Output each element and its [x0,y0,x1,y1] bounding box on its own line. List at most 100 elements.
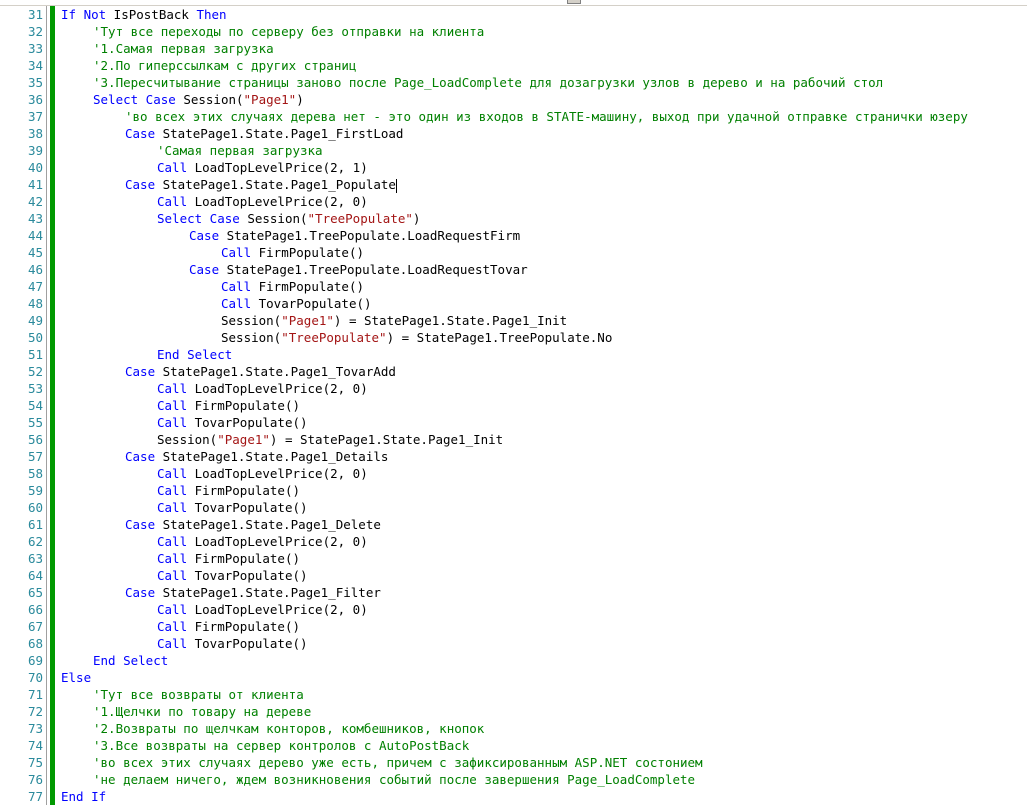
code-line[interactable]: 60 Call TovarPopulate() [0,499,1027,516]
code-text[interactable]: '2.По гиперссылкам с других страниц [93,57,356,74]
line-number: 57 [27,449,43,464]
code-text[interactable]: End Select [93,652,168,669]
code-text[interactable]: Case StatePage1.State.Page1_FirstLoad [125,125,403,142]
code-text[interactable]: '1.Щелчки по товару на дереве [93,703,311,720]
code-line[interactable]: 52 Case StatePage1.State.Page1_TovarAdd [0,363,1027,380]
code-text[interactable]: Call LoadTopLevelPrice(2, 0) [157,380,368,397]
code-text[interactable]: Case StatePage1.TreePopulate.LoadRequest… [189,261,528,278]
code-line[interactable]: 70 Else [0,669,1027,686]
code-line[interactable]: 59 Call FirmPopulate() [0,482,1027,499]
code-line[interactable]: 33 '1.Самая первая загрузка [0,40,1027,57]
code-editor[interactable]: 31 If Not IsPostBack Then 32 'Тут все перех… [0,6,1027,805]
code-line[interactable]: 63 Call FirmPopulate() [0,550,1027,567]
code-line[interactable]: 37 'во всех этих случаях дерева нет - это… [0,108,1027,125]
code-line[interactable]: 68 Call TovarPopulate() [0,635,1027,652]
code-line[interactable]: 40 Call LoadTopLevelPrice(2, 1) [0,159,1027,176]
code-text[interactable]: Else [61,669,91,686]
code-line[interactable]: 69 End Select [0,652,1027,669]
code-text[interactable]: Call LoadTopLevelPrice(2, 0) [157,533,368,550]
code-text[interactable]: Select Case Session("TreePopulate") [157,210,420,227]
code-text[interactable]: 'во всех этих случаях дерева нет - это о… [125,108,968,125]
code-line[interactable]: 75 'во всех этих случаях дерево уже есть,… [0,754,1027,771]
code-text[interactable]: Session("Page1") = StatePage1.State.Page… [157,431,503,448]
code-line[interactable]: 74 '3.Все возвраты на сервер контролов с … [0,737,1027,754]
code-line[interactable]: 50 Session("TreePopulate") = StatePage1.T… [0,329,1027,346]
code-line[interactable]: 32 'Тут все переходы по серверу без отпра… [0,23,1027,40]
code-text[interactable]: If Not IsPostBack Then [61,6,227,23]
code-text[interactable]: Session("TreePopulate") = StatePage1.Tre… [221,329,612,346]
code-text[interactable]: Call TovarPopulate() [157,499,308,516]
code-text[interactable]: Call FirmPopulate() [157,618,300,635]
scrollbar-thumb[interactable] [567,0,581,4]
code-text[interactable]: Case StatePage1.State.Page1_Details [125,448,388,465]
code-text[interactable]: Case StatePage1.State.Page1_TovarAdd [125,363,396,380]
code-token: StatePage1.State.Page1_TovarAdd [155,364,396,379]
code-text[interactable]: 'Самая первая загрузка [157,142,323,159]
code-line[interactable]: 56 Session("Page1") = StatePage1.State.Pa… [0,431,1027,448]
code-line[interactable]: 76 'не делаем ничего, ждем возникновения … [0,771,1027,788]
code-text[interactable]: Call TovarPopulate() [157,635,308,652]
code-line[interactable]: 44 Case StatePage1.TreePopulate.LoadReque… [0,227,1027,244]
code-text[interactable]: 'Тут все возвраты от клиента [93,686,304,703]
code-text[interactable]: '2.Возвраты по щелчкам конторов, комбешн… [93,720,484,737]
code-text[interactable]: '1.Самая первая загрузка [93,40,274,57]
code-line[interactable]: 71 'Тут все возвраты от клиента [0,686,1027,703]
code-text[interactable]: 'не делаем ничего, ждем возникновения со… [93,771,695,788]
code-line[interactable]: 47 Call FirmPopulate() [0,278,1027,295]
code-line[interactable]: 49 Session("Page1") = StatePage1.State.Pa… [0,312,1027,329]
code-line[interactable]: 42 Call LoadTopLevelPrice(2, 0) [0,193,1027,210]
code-line[interactable]: 65 Case StatePage1.State.Page1_Filter [0,584,1027,601]
code-text[interactable]: End If [61,788,106,805]
code-line[interactable]: 54 Call FirmPopulate() [0,397,1027,414]
code-line[interactable]: 45 Call FirmPopulate() [0,244,1027,261]
code-line[interactable]: 62 Call LoadTopLevelPrice(2, 0) [0,533,1027,550]
code-line[interactable]: 57 Case StatePage1.State.Page1_Details [0,448,1027,465]
code-line[interactable]: 64 Call TovarPopulate() [0,567,1027,584]
code-text[interactable]: Call LoadTopLevelPrice(2, 0) [157,465,368,482]
code-text[interactable]: Call LoadTopLevelPrice(2, 1) [157,159,368,176]
code-text[interactable]: Call TovarPopulate() [157,414,308,431]
code-text[interactable]: Case StatePage1.TreePopulate.LoadRequest… [189,227,520,244]
code-line[interactable]: 66 Call LoadTopLevelPrice(2, 0) [0,601,1027,618]
code-line[interactable]: 61 Case StatePage1.State.Page1_Delete [0,516,1027,533]
code-text[interactable]: Call FirmPopulate() [221,244,364,261]
code-text[interactable]: Call TovarPopulate() [221,295,372,312]
code-text[interactable]: Session("Page1") = StatePage1.State.Page… [221,312,567,329]
code-line[interactable]: 38 Case StatePage1.State.Page1_FirstLoad [0,125,1027,142]
code-line[interactable]: 72 '1.Щелчки по товару на дереве [0,703,1027,720]
code-line[interactable]: 48 Call TovarPopulate() [0,295,1027,312]
code-line[interactable]: 73 '2.Возвраты по щелчкам конторов, комбе… [0,720,1027,737]
code-text[interactable]: Call LoadTopLevelPrice(2, 0) [157,601,368,618]
code-line[interactable]: 39 'Самая первая загрузка [0,142,1027,159]
code-line[interactable]: 34 '2.По гиперссылкам с других страниц [0,57,1027,74]
code-line[interactable]: 35 '3.Пересчитывание страницы заново посл… [0,74,1027,91]
code-text[interactable]: 'Тут все переходы по серверу без отправк… [93,23,484,40]
line-number: 40 [27,160,43,175]
code-text[interactable]: Select Case Session("Page1") [93,91,304,108]
code-line[interactable]: 67 Call FirmPopulate() [0,618,1027,635]
code-line[interactable]: 77 End If [0,788,1027,805]
line-number: 50 [27,330,43,345]
code-text[interactable]: Case StatePage1.State.Page1_Populate [125,176,397,193]
code-text[interactable]: Call TovarPopulate() [157,567,308,584]
code-line[interactable]: 36 Select Case Session("Page1") [0,91,1027,108]
code-line[interactable]: 58 Call LoadTopLevelPrice(2, 0) [0,465,1027,482]
code-line[interactable]: 43 Select Case Session("TreePopulate") [0,210,1027,227]
code-text[interactable]: Call LoadTopLevelPrice(2, 0) [157,193,368,210]
code-text[interactable]: '3.Все возвраты на сервер контролов с Au… [93,737,469,754]
code-text[interactable]: 'во всех этих случаях дерево уже есть, п… [93,754,703,771]
code-text[interactable]: Call FirmPopulate() [157,397,300,414]
code-text[interactable]: Case StatePage1.State.Page1_Delete [125,516,381,533]
code-text[interactable]: Case StatePage1.State.Page1_Filter [125,584,381,601]
code-text[interactable]: '3.Пересчитывание страницы заново после … [93,74,883,91]
code-line[interactable]: 51 End Select [0,346,1027,363]
code-text[interactable]: Call FirmPopulate() [221,278,364,295]
code-line[interactable]: 55 Call TovarPopulate() [0,414,1027,431]
code-line[interactable]: 53 Call LoadTopLevelPrice(2, 0) [0,380,1027,397]
code-line[interactable]: 41 Case StatePage1.State.Page1_Populate [0,176,1027,193]
code-line[interactable]: 46 Case StatePage1.TreePopulate.LoadReque… [0,261,1027,278]
code-text[interactable]: Call FirmPopulate() [157,550,300,567]
code-text[interactable]: End Select [157,346,232,363]
code-text[interactable]: Call FirmPopulate() [157,482,300,499]
code-line[interactable]: 31 If Not IsPostBack Then [0,6,1027,23]
